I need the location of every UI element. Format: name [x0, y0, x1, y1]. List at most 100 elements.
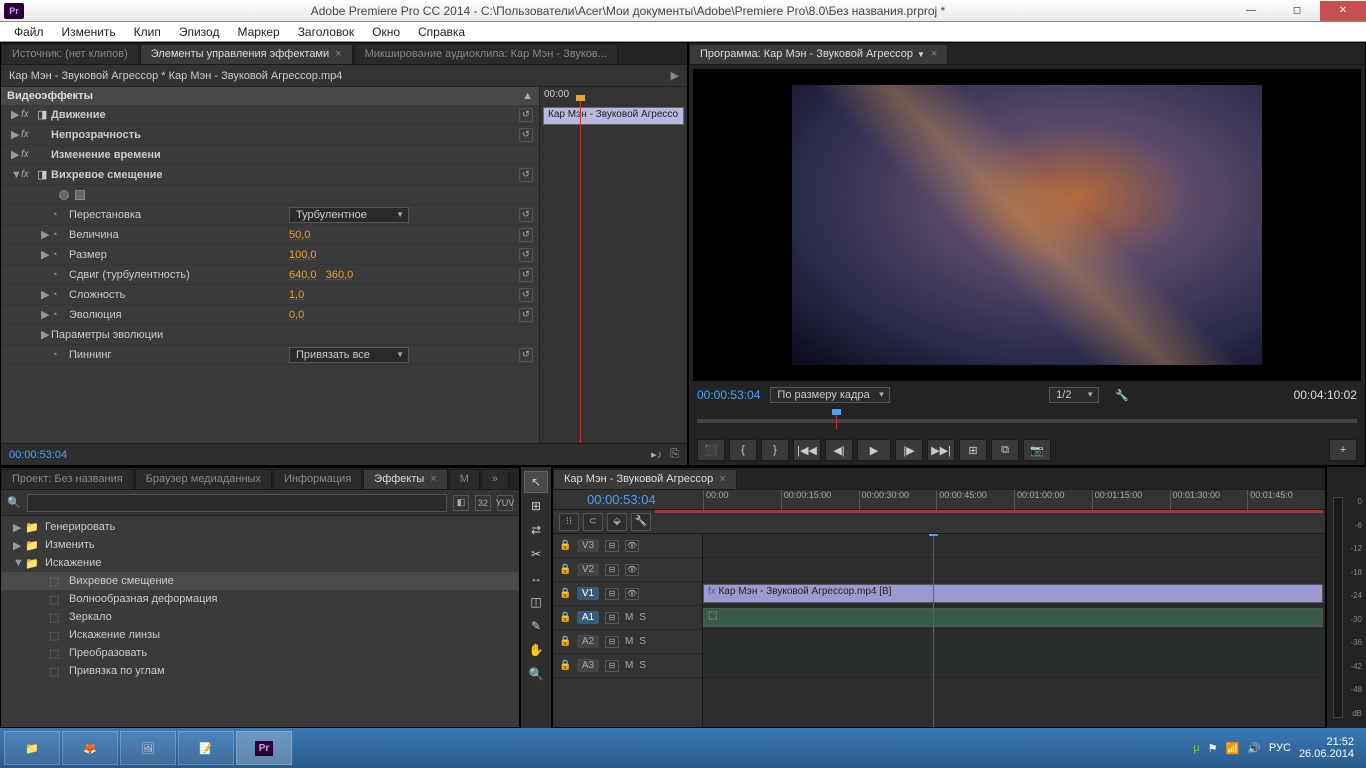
stopwatch-icon[interactable]: ◔ — [51, 349, 65, 361]
tab-overflow[interactable]: » — [481, 469, 509, 489]
video-clip[interactable]: fx Кар Мэн - Звуковой Агрессор.mp4 [В] — [703, 584, 1323, 603]
tab-project[interactable]: Проект: Без названия — [1, 469, 134, 489]
menu-sequence[interactable]: Эпизод — [171, 23, 228, 41]
fx-item-Искажение[interactable]: ▼📁Искажение — [1, 554, 519, 572]
track-header-V1[interactable]: 🔒V1⊟👁 — [553, 582, 702, 606]
taskbar-app-2[interactable]: 📝 — [178, 731, 234, 765]
track-A2[interactable] — [703, 630, 1325, 654]
rect-mask-icon[interactable] — [75, 190, 85, 200]
ec-row-Сдвиг (турбулентность)[interactable]: ◔Сдвиг (турбулентность)640,0 360,0↺ — [1, 265, 539, 285]
ec-row-Движение[interactable]: ▶fx◨Движение↺ — [1, 105, 539, 125]
program-resolution-dropdown[interactable]: 1/2 — [1049, 387, 1099, 403]
track-V2[interactable] — [703, 558, 1325, 582]
ec-icon-1[interactable]: ▸♪ — [651, 448, 662, 461]
fx-item-Искажение линзы[interactable]: ⬚Искажение линзы — [1, 626, 519, 644]
stopwatch-icon[interactable]: ◔ — [51, 249, 65, 261]
transport-btn-1[interactable]: { — [729, 439, 757, 461]
mute-button[interactable]: M — [625, 660, 633, 671]
transport-btn-2[interactable]: } — [761, 439, 789, 461]
reset-icon[interactable]: ↺ — [519, 108, 533, 122]
tool-6[interactable]: ✎ — [524, 615, 548, 637]
reset-icon[interactable]: ↺ — [519, 248, 533, 262]
stopwatch-icon[interactable]: ◔ — [51, 309, 65, 321]
lock-icon[interactable]: 🔒 — [559, 636, 571, 647]
track-eye-icon[interactable]: 👁 — [625, 540, 639, 552]
fx-filter-3-icon[interactable]: YUV — [497, 495, 513, 511]
menu-title[interactable]: Заголовок — [290, 23, 362, 41]
timeline-playhead[interactable] — [933, 534, 934, 727]
ec-value[interactable]: 640,0 — [289, 269, 317, 281]
tool-2[interactable]: ⇄ — [524, 519, 548, 541]
effects-search-input[interactable] — [27, 494, 447, 512]
ec-row-Сложность[interactable]: ▶◔Сложность1,0↺ — [1, 285, 539, 305]
reset-icon[interactable]: ↺ — [519, 208, 533, 222]
ec-value[interactable]: 50,0 — [289, 229, 310, 241]
fx-item-Изменить[interactable]: ▶📁Изменить — [1, 536, 519, 554]
close-icon[interactable]: × — [430, 473, 436, 485]
lock-icon[interactable]: 🔒 — [559, 588, 571, 599]
tray-lang[interactable]: РУС — [1269, 742, 1291, 754]
tray-clock[interactable]: 21:52 26.06.2014 — [1299, 736, 1354, 760]
track-name[interactable]: V3 — [577, 539, 599, 552]
ec-dropdown[interactable]: Турбулентное — [289, 207, 409, 223]
tl-settings-icon[interactable]: 🔧 — [631, 513, 651, 531]
program-scrubber[interactable] — [697, 405, 1357, 435]
fx-item-Генерировать[interactable]: ▶📁Генерировать — [1, 518, 519, 536]
ec-value[interactable]: 1,0 — [289, 289, 304, 301]
ec-value[interactable]: 100,0 — [289, 249, 317, 261]
tool-1[interactable]: ⊞ — [524, 495, 548, 517]
tab-effect-controls[interactable]: Элементы управления эффектами× — [140, 44, 353, 64]
stopwatch-icon[interactable]: ◔ — [51, 289, 65, 301]
tool-8[interactable]: 🔍 — [524, 663, 548, 685]
program-tc-current[interactable]: 00:00:53:04 — [697, 388, 760, 402]
ec-dropdown[interactable]: Привязать все — [289, 347, 409, 363]
stopwatch-icon[interactable]: ◔ — [51, 269, 65, 281]
fx-item-Привязка по углам[interactable]: ⬚Привязка по углам — [1, 662, 519, 680]
lock-icon[interactable]: 🔒 — [559, 540, 571, 551]
fx-filter-2-icon[interactable]: 32 — [475, 495, 491, 511]
track-V3[interactable] — [703, 534, 1325, 558]
reset-icon[interactable]: ↺ — [519, 268, 533, 282]
tab-info[interactable]: Информация — [273, 469, 362, 489]
lock-icon[interactable]: 🔒 — [559, 564, 571, 575]
stopwatch-icon[interactable]: ◔ — [51, 229, 65, 241]
fx-item-Зеркало[interactable]: ⬚Зеркало — [1, 608, 519, 626]
track-target-icon[interactable]: ⊟ — [605, 660, 619, 672]
stopwatch-icon[interactable]: ◔ — [51, 209, 65, 221]
track-header-V2[interactable]: 🔒V2⊟👁 — [553, 558, 702, 582]
ec-row-Изменение времени[interactable]: ▶fxИзменение времени — [1, 145, 539, 165]
ec-row-Непрозрачность[interactable]: ▶fxНепрозрачность↺ — [1, 125, 539, 145]
reset-icon[interactable]: ↺ — [519, 288, 533, 302]
track-name[interactable]: V1 — [577, 587, 599, 600]
tool-7[interactable]: ✋ — [524, 639, 548, 661]
track-name[interactable]: A3 — [577, 659, 599, 672]
tool-3[interactable]: ✂ — [524, 543, 548, 565]
tool-5[interactable]: ◫ — [524, 591, 548, 613]
tray-network-icon[interactable]: 📶 — [1226, 742, 1240, 755]
ec-row-Величина[interactable]: ▶◔Величина50,0↺ — [1, 225, 539, 245]
track-eye-icon[interactable]: 👁 — [625, 564, 639, 576]
solo-button[interactable]: S — [639, 636, 646, 647]
tool-4[interactable]: ↔ — [524, 567, 548, 589]
reset-icon[interactable]: ↺ — [519, 348, 533, 362]
menu-window[interactable]: Окно — [364, 23, 408, 41]
tab-audio-mixer[interactable]: Микширование аудиоклипа: Кар Мэн - Звуко… — [354, 44, 618, 64]
ec-row-Параметры эволюции[interactable]: ▶Параметры эволюции — [1, 325, 539, 345]
ec-row-Пиннинг[interactable]: ◔ПиннингПривязать все↺ — [1, 345, 539, 365]
reset-icon[interactable]: ↺ — [519, 308, 533, 322]
menu-clip[interactable]: Клип — [126, 23, 169, 41]
reset-icon[interactable]: ↺ — [519, 128, 533, 142]
taskbar-premiere[interactable]: Pr — [236, 731, 292, 765]
taskbar-explorer[interactable]: 📁 — [4, 731, 60, 765]
program-zoom-dropdown[interactable]: По размеру кадра — [770, 387, 890, 403]
ec-mini-playhead[interactable] — [580, 101, 581, 443]
track-V1[interactable]: fx Кар Мэн - Звуковой Агрессор.mp4 [В] — [703, 582, 1325, 606]
transport-btn-4[interactable]: ◀| — [825, 439, 853, 461]
tab-source[interactable]: Источник: (нет клипов) — [1, 44, 139, 64]
track-target-icon[interactable]: ⊟ — [605, 540, 619, 552]
ec-row-Размер[interactable]: ▶◔Размер100,0↺ — [1, 245, 539, 265]
ec-timecode[interactable]: 00:00:53:04 — [9, 449, 67, 461]
ec-value-2[interactable]: 360,0 — [326, 269, 354, 281]
tab-effects[interactable]: Эффекты× — [363, 469, 447, 489]
ec-mask-shapes[interactable] — [1, 185, 539, 205]
